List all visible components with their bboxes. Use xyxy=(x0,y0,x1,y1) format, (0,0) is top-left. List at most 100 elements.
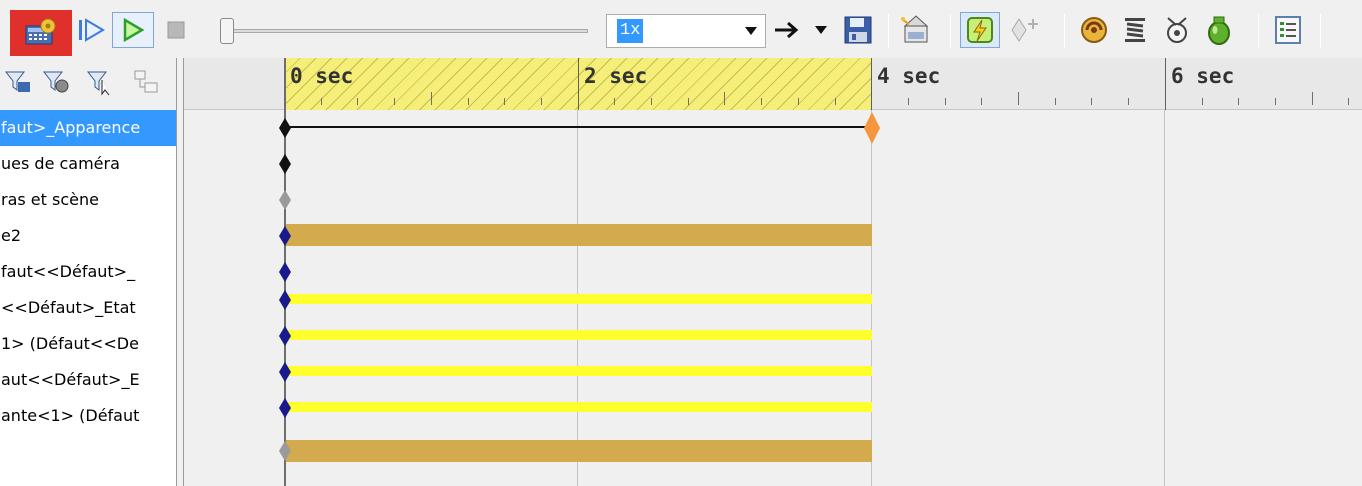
tick-label-2: 2 sec xyxy=(584,64,648,88)
ruler-minor-tick xyxy=(1055,98,1056,105)
ruler-minor-tick xyxy=(835,98,836,105)
ruler-mid-tick xyxy=(1018,92,1019,105)
slider-thumb[interactable] xyxy=(220,18,234,44)
ruler-minor-tick xyxy=(1202,98,1203,105)
ruler-minor-tick xyxy=(1275,98,1276,105)
results-button[interactable] xyxy=(1268,12,1308,48)
stop-button[interactable] xyxy=(160,12,192,48)
play-from-start-icon xyxy=(79,18,105,42)
keyframe-lights-cameras-scene[interactable] xyxy=(279,190,291,210)
gravity-button[interactable] xyxy=(1200,12,1238,48)
results-list-icon xyxy=(1275,16,1301,44)
play-icon xyxy=(123,17,145,43)
calculate-button[interactable] xyxy=(10,10,72,56)
motor-icon xyxy=(1081,17,1107,43)
filter-icon[interactable] xyxy=(4,68,32,96)
play-from-start-button[interactable] xyxy=(76,12,108,48)
timeline-panel[interactable]: 0 sec 2 sec 4 sec 6 sec xyxy=(184,58,1362,486)
play-button[interactable] xyxy=(112,12,154,48)
ruler-minor-tick xyxy=(614,98,615,105)
ruler-mid-tick xyxy=(1312,92,1313,105)
keyframe-e2[interactable] xyxy=(279,226,291,246)
tree-row-component-3[interactable]: 1> (Défaut<<De xyxy=(0,326,176,362)
ruler-minor-tick xyxy=(761,98,762,105)
track-bar-component-4[interactable] xyxy=(284,366,872,376)
tree-row-component-4[interactable]: aut<<Défaut>_E xyxy=(0,362,176,398)
ruler-mid-tick xyxy=(724,92,725,105)
autokey-icon xyxy=(967,17,993,43)
toolbar-separator xyxy=(888,14,889,48)
ruler-mid-tick xyxy=(431,92,432,105)
ruler-minor-tick xyxy=(394,98,395,105)
ruler-minor-tick xyxy=(688,98,689,105)
toolbar-separator xyxy=(1258,14,1259,48)
ruler-minor-tick xyxy=(981,98,982,105)
ruler-minor-tick xyxy=(321,98,322,105)
save-animation-button[interactable] xyxy=(838,12,878,48)
collapse-tree-icon[interactable] xyxy=(132,68,160,96)
speed-select[interactable]: 1x xyxy=(606,14,766,48)
toolbar: 1x xyxy=(0,0,1362,58)
keyframe-component-5[interactable] xyxy=(279,398,291,418)
keyframe-appearance-end[interactable] xyxy=(864,112,880,144)
keyframe-camera-views[interactable] xyxy=(279,154,291,174)
keyframe-component-1[interactable] xyxy=(279,262,291,282)
keyframe-component-4[interactable] xyxy=(279,362,291,382)
ruler-major-tick xyxy=(1165,58,1166,110)
ruler-minor-tick xyxy=(1128,98,1129,105)
track-bar-e2[interactable] xyxy=(284,224,872,246)
ruler-major-tick xyxy=(871,58,872,110)
filter-selected-icon[interactable] xyxy=(86,68,114,96)
tree-row-camera-views[interactable]: ues de caméra xyxy=(0,146,176,182)
ruler-minor-tick xyxy=(651,98,652,105)
toolbar-separator xyxy=(950,14,951,48)
tree-row-e2[interactable]: e2 xyxy=(0,218,176,254)
contact-button[interactable] xyxy=(1158,12,1196,48)
track-line-appearance xyxy=(284,126,872,128)
keyframe-appearance-start[interactable] xyxy=(279,118,291,138)
arrow-right-icon xyxy=(775,21,799,39)
time-ruler[interactable]: 0 sec 2 sec 4 sec 6 sec xyxy=(184,58,1362,110)
feature-tree-panel: faut>_Apparence ues de caméra ras et scè… xyxy=(0,58,183,486)
spring-button[interactable] xyxy=(1116,12,1154,48)
panel-splitter[interactable] xyxy=(176,58,184,486)
track-bar-component-3[interactable] xyxy=(284,330,872,340)
keyframe-component-2[interactable] xyxy=(279,290,291,310)
ruler-minor-tick xyxy=(1091,98,1092,105)
ruler-minor-tick xyxy=(504,98,505,105)
keyframe-bottom[interactable] xyxy=(279,441,291,461)
speed-value: 1x xyxy=(617,19,644,43)
tree-row-component-1[interactable]: faut<<Défaut>_ xyxy=(0,254,176,290)
add-key-icon xyxy=(1011,18,1038,42)
playback-mode-button[interactable] xyxy=(770,12,806,48)
playback-mode-dropdown[interactable] xyxy=(808,12,834,48)
tree-row-component-5[interactable]: ante<1> (Défaut xyxy=(0,398,176,434)
keyframe-component-3[interactable] xyxy=(279,326,291,346)
spring-icon xyxy=(1125,18,1145,42)
tree-filter-bar xyxy=(0,58,183,110)
stop-icon xyxy=(167,21,185,39)
playback-slider[interactable] xyxy=(216,12,592,48)
filter-driving-icon[interactable] xyxy=(42,68,70,96)
wizard-icon xyxy=(901,15,929,43)
animation-wizard-button[interactable] xyxy=(894,12,936,48)
ruler-minor-tick xyxy=(945,98,946,105)
tree-row-lights-cameras-scene[interactable]: ras et scène xyxy=(0,182,176,218)
track-bar-component-5[interactable] xyxy=(284,402,872,412)
motor-button[interactable] xyxy=(1074,12,1114,48)
ruler-minor-tick xyxy=(908,98,909,105)
gravity-icon xyxy=(1208,16,1230,45)
track-bar-component-2[interactable] xyxy=(284,294,872,304)
gridline-6-sec xyxy=(1164,110,1165,486)
tree-row-component-2[interactable]: <<Défaut>_Etat xyxy=(0,290,176,326)
tick-label-4: 4 sec xyxy=(877,64,941,88)
track-bar-bottom[interactable] xyxy=(284,440,872,462)
ruler-minor-tick xyxy=(357,98,358,105)
ruler-minor-tick xyxy=(541,98,542,105)
toolbar-separator xyxy=(1320,14,1321,48)
autokey-button[interactable] xyxy=(960,12,1000,48)
tree-row-appearance[interactable]: faut>_Apparence xyxy=(0,110,176,146)
calculate-icon xyxy=(25,18,56,45)
add-key-button[interactable] xyxy=(1004,12,1044,48)
chevron-down-icon[interactable] xyxy=(745,27,757,36)
